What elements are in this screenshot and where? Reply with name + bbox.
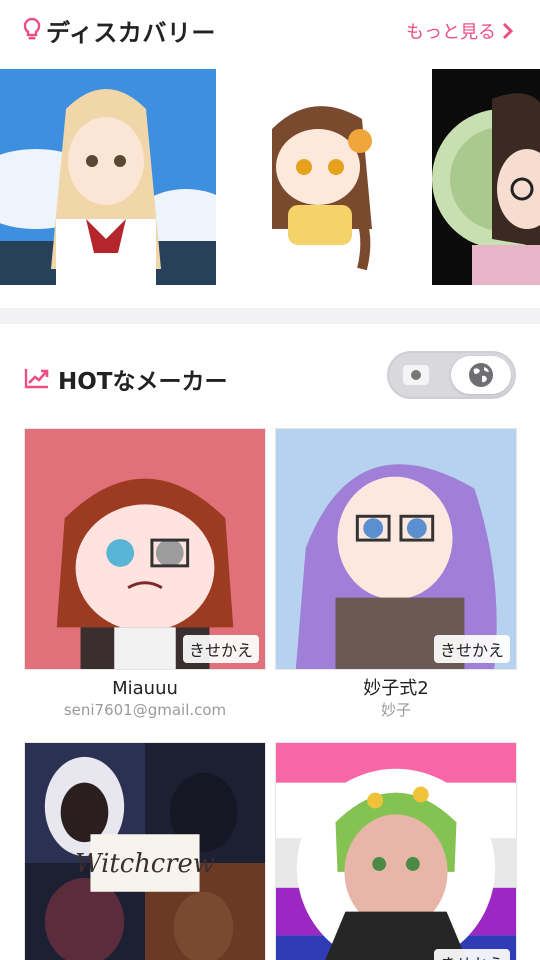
maker-thumbnail[interactable]: きせかえ — [24, 428, 266, 670]
maker-title: 妙子式2 — [363, 678, 429, 699]
maker-card[interactable]: Witchcrew — [24, 742, 266, 960]
discovery-image-1 — [0, 69, 216, 285]
see-more-label: もっと見る — [406, 22, 496, 43]
discovery-image-3 — [432, 69, 540, 285]
maker-card[interactable]: きせかえ — [275, 742, 517, 960]
maker-image — [25, 429, 265, 669]
trending-up-icon — [24, 369, 49, 389]
scope-toggle[interactable] — [387, 351, 516, 399]
discovery-card-1[interactable] — [0, 69, 216, 285]
type-badge: きせかえ — [433, 635, 510, 663]
discovery-card-2[interactable] — [232, 69, 416, 285]
witchcrew-image-text: Witchcrew — [75, 849, 215, 879]
maker-card[interactable]: きせかえ Miauuu seni7601@gmail.com — [24, 428, 266, 720]
maker-image — [276, 743, 516, 960]
maker-image: Witchcrew — [25, 743, 265, 960]
discovery-carousel[interactable] — [0, 69, 540, 285]
type-badge: きせかえ — [433, 949, 510, 960]
maker-title: Miauuu — [112, 678, 178, 699]
maker-card[interactable]: きせかえ 妙子式2 妙子 — [275, 428, 517, 720]
type-badge: きせかえ — [182, 635, 259, 663]
section-divider — [0, 308, 540, 324]
chevron-right-icon — [502, 23, 514, 39]
maker-thumbnail[interactable]: きせかえ — [275, 428, 517, 670]
discovery-header: ディスカバリー もっと見る — [0, 0, 540, 62]
toggle-knob[interactable] — [451, 356, 511, 394]
see-more-link[interactable]: もっと見る — [406, 18, 514, 44]
maker-author: 妙子 — [380, 701, 411, 719]
discovery-title: ディスカバリー — [46, 19, 216, 47]
discovery-card-3[interactable] — [432, 69, 540, 285]
maker-image — [276, 429, 516, 669]
record-dot-icon[interactable] — [403, 365, 429, 385]
maker-thumbnail[interactable]: Witchcrew — [24, 742, 266, 960]
lightbulb-icon — [23, 17, 41, 40]
maker-author: seni7601@gmail.com — [63, 701, 227, 719]
maker-thumbnail[interactable]: きせかえ — [275, 742, 517, 960]
hot-makers-title: HOTなメーカー — [58, 369, 228, 395]
discovery-image-2 — [232, 69, 416, 285]
globe-icon — [469, 363, 493, 387]
